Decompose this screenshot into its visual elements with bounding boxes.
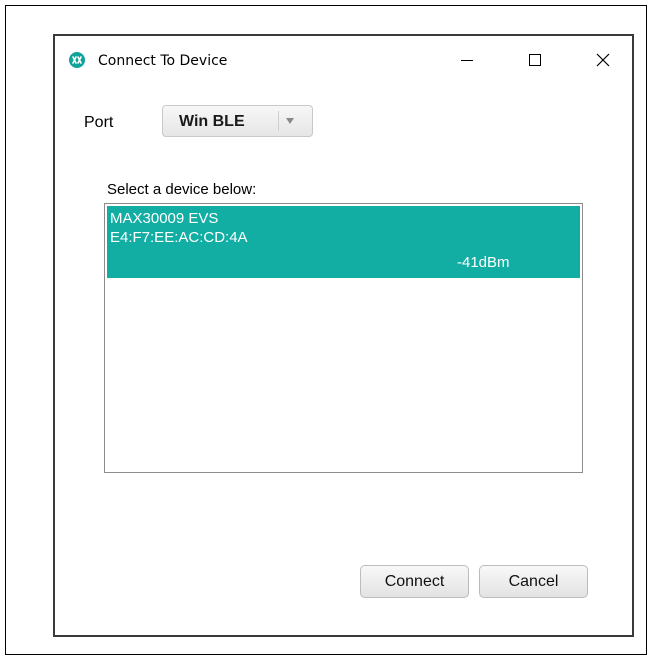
port-label: Port bbox=[84, 114, 114, 131]
device-list-item[interactable]: MAX30009 EVS E4:F7:EE:AC:CD:4A -41dBm bbox=[107, 206, 580, 278]
device-name: MAX30009 EVS bbox=[110, 210, 219, 227]
window-title: Connect To Device bbox=[98, 53, 228, 69]
close-icon bbox=[596, 53, 610, 67]
close-button[interactable] bbox=[580, 36, 626, 84]
minimize-icon bbox=[461, 60, 473, 61]
select-divider bbox=[278, 111, 279, 131]
device-address: E4:F7:EE:AC:CD:4A bbox=[110, 229, 248, 246]
minimize-button[interactable] bbox=[444, 36, 490, 84]
device-list[interactable]: MAX30009 EVS E4:F7:EE:AC:CD:4A -41dBm bbox=[104, 203, 583, 473]
port-select-value: Win BLE bbox=[179, 113, 245, 130]
connect-dialog: Connect To Device Port Win BLE Select a … bbox=[53, 34, 634, 637]
cancel-button[interactable]: Cancel bbox=[479, 565, 588, 598]
maximize-icon bbox=[529, 54, 541, 66]
device-rssi: -41dBm bbox=[457, 254, 510, 271]
screenshot-frame: Connect To Device Port Win BLE Select a … bbox=[5, 5, 647, 655]
app-logo-icon bbox=[69, 52, 85, 68]
device-list-label: Select a device below: bbox=[107, 181, 257, 198]
connect-button[interactable]: Connect bbox=[360, 565, 469, 598]
port-select[interactable]: Win BLE bbox=[162, 105, 313, 137]
chevron-down-icon bbox=[286, 118, 294, 124]
title-bar[interactable]: Connect To Device bbox=[55, 36, 632, 84]
maximize-button[interactable] bbox=[512, 36, 558, 84]
